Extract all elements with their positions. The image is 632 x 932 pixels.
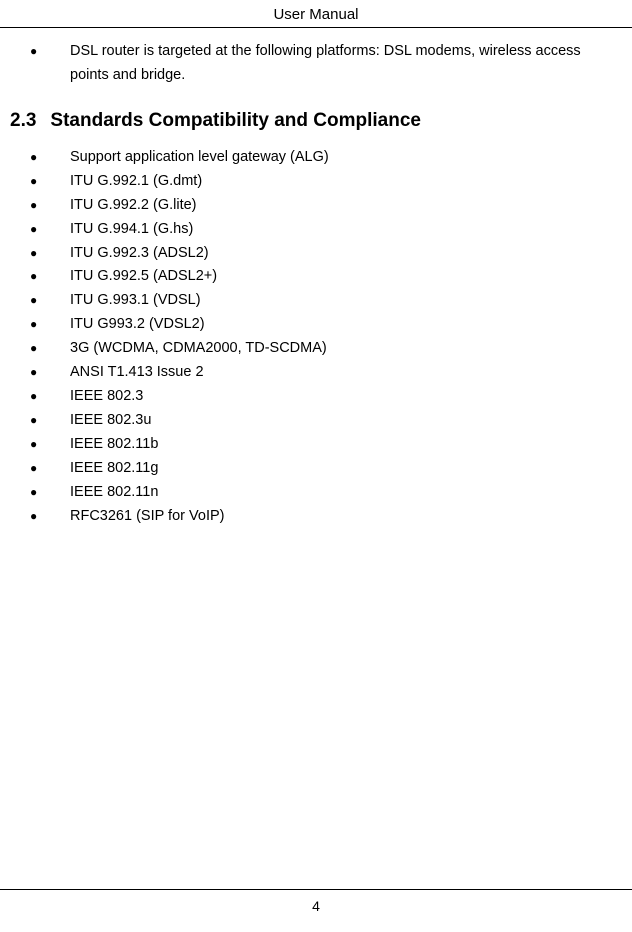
- list-item-text: ITU G.993.1 (VDSL): [70, 292, 201, 308]
- page-number: 4: [312, 898, 320, 914]
- list-item: Support application level gateway (ALG): [10, 146, 622, 170]
- list-item: RFC3261 (SIP for VoIP): [10, 505, 622, 529]
- standards-bullet-list: Support application level gateway (ALG) …: [10, 146, 622, 529]
- list-item-text: IEEE 802.11g: [70, 460, 158, 476]
- list-item-text: ITU G993.2 (VDSL2): [70, 316, 205, 332]
- list-item-text: IEEE 802.3u: [70, 412, 151, 428]
- list-item-text: IEEE 802.3: [70, 388, 143, 404]
- section-heading: 2.3 Standards Compatibility and Complianc…: [10, 110, 622, 132]
- list-item-text: Support application level gateway (ALG): [70, 149, 329, 165]
- list-item: ITU G.994.1 (G.hs): [10, 218, 622, 242]
- list-item: ITU G.992.5 (ADSL2+): [10, 265, 622, 289]
- list-item-text: ITU G.994.1 (G.hs): [70, 221, 193, 237]
- list-item: ITU G.992.1 (G.dmt): [10, 170, 622, 194]
- list-item: IEEE 802.11g: [10, 457, 622, 481]
- page-footer: 4: [0, 889, 632, 914]
- header-title: User Manual: [273, 6, 358, 23]
- list-item: ITU G.993.1 (VDSL): [10, 289, 622, 313]
- section-number: 2.3: [10, 110, 36, 132]
- list-item-text: RFC3261 (SIP for VoIP): [70, 508, 224, 524]
- list-item: IEEE 802.3u: [10, 409, 622, 433]
- page-content: DSL router is targeted at the following …: [0, 28, 632, 529]
- list-item: IEEE 802.11b: [10, 433, 622, 457]
- list-item-text: IEEE 802.11n: [70, 484, 158, 500]
- list-item-text: ANSI T1.413 Issue 2: [70, 364, 204, 380]
- intro-bullet-list: DSL router is targeted at the following …: [10, 40, 622, 88]
- list-item: ITU G993.2 (VDSL2): [10, 313, 622, 337]
- page-header: User Manual: [0, 0, 632, 28]
- list-item: IEEE 802.11n: [10, 481, 622, 505]
- list-item-text: 3G (WCDMA, CDMA2000, TD-SCDMA): [70, 340, 327, 356]
- list-item-text: ITU G.992.1 (G.dmt): [70, 173, 202, 189]
- list-item: IEEE 802.3: [10, 385, 622, 409]
- list-item: DSL router is targeted at the following …: [10, 40, 622, 88]
- list-item: ITU G.992.3 (ADSL2): [10, 242, 622, 266]
- list-item: 3G (WCDMA, CDMA2000, TD-SCDMA): [10, 337, 622, 361]
- list-item: ITU G.992.2 (G.lite): [10, 194, 622, 218]
- list-item-text: IEEE 802.11b: [70, 436, 158, 452]
- list-item-text: ITU G.992.5 (ADSL2+): [70, 268, 217, 284]
- list-item-text: ITU G.992.3 (ADSL2): [70, 245, 209, 261]
- list-item: ANSI T1.413 Issue 2: [10, 361, 622, 385]
- list-item-text: ITU G.992.2 (G.lite): [70, 197, 197, 213]
- list-item-text: DSL router is targeted at the following …: [70, 43, 581, 83]
- section-title: Standards Compatibility and Compliance: [50, 110, 421, 131]
